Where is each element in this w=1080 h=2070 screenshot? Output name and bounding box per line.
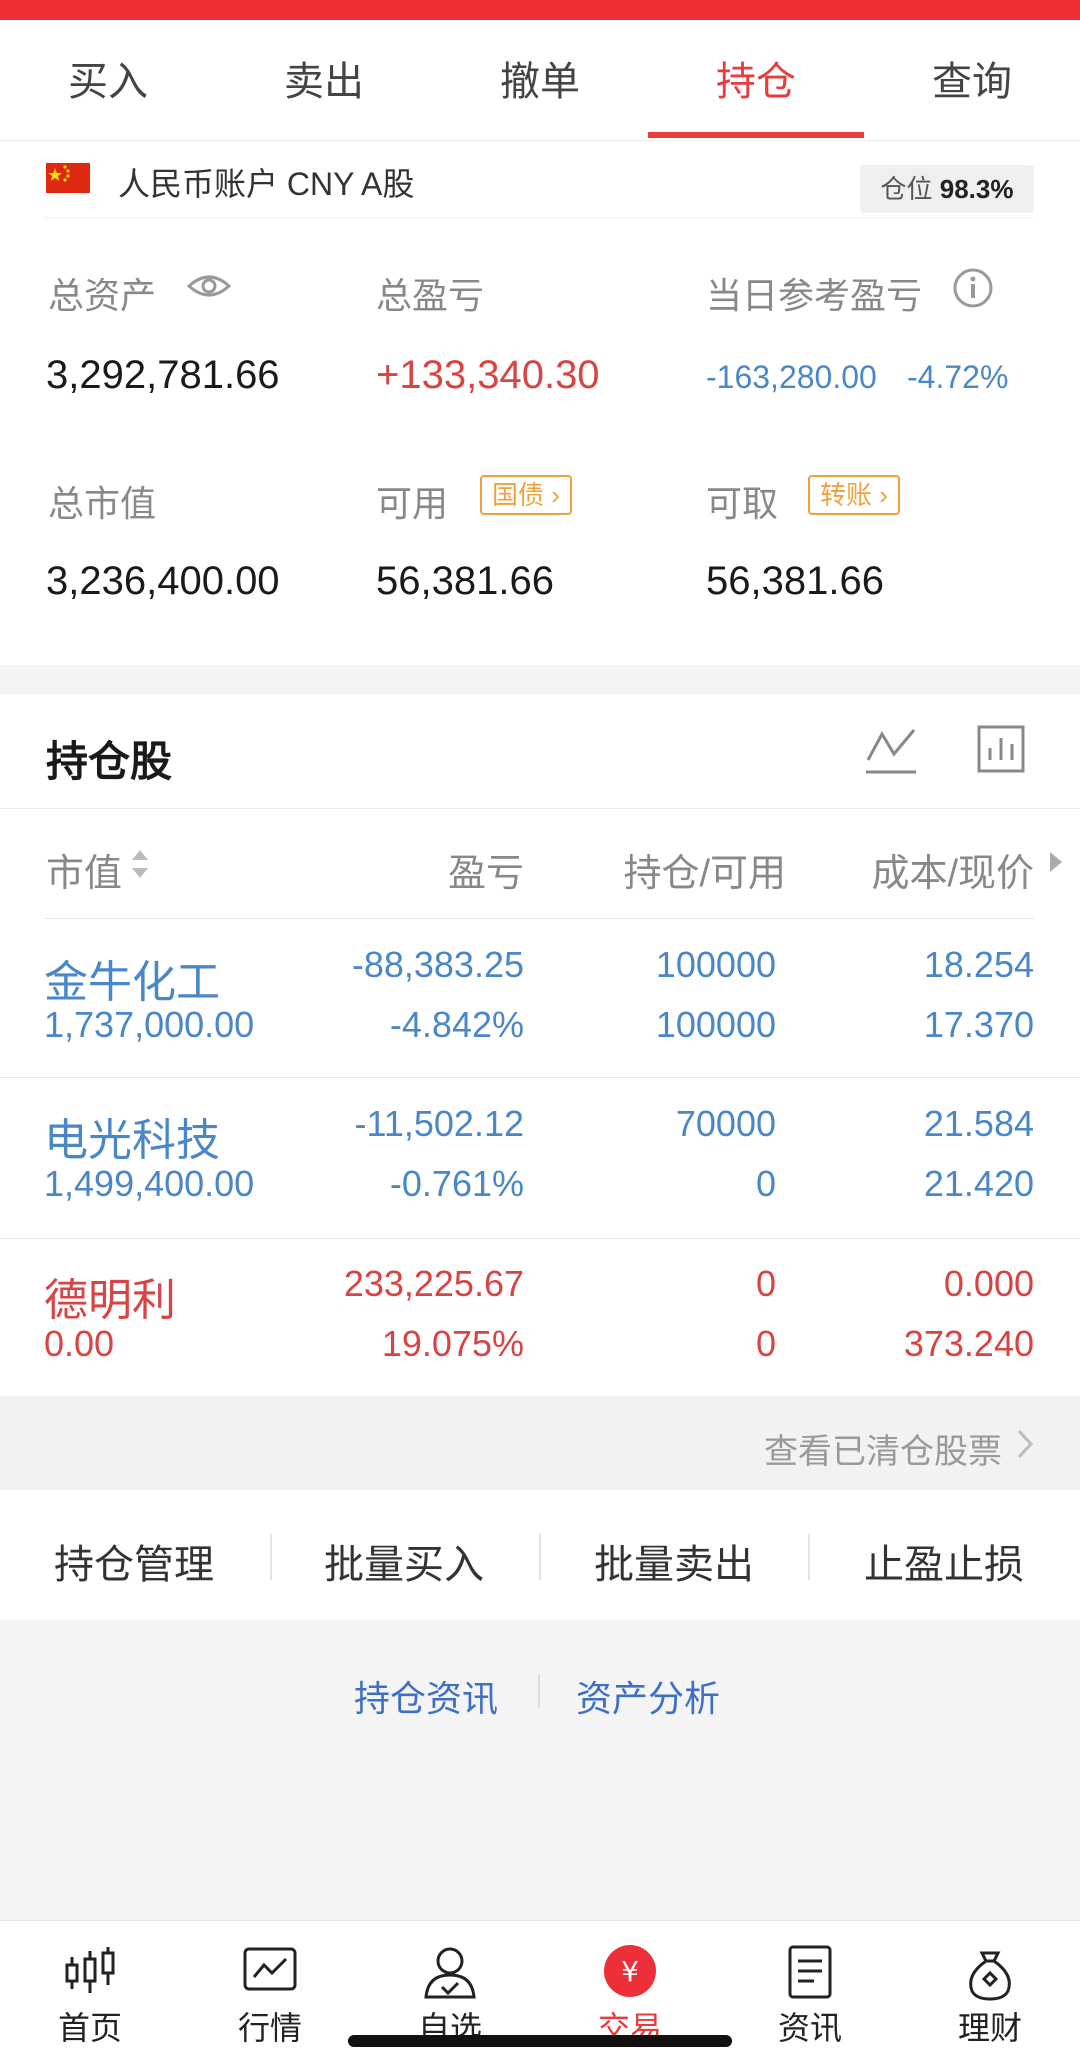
divider — [44, 918, 1034, 919]
stock-cost: 21.584 — [923, 1103, 1034, 1144]
header-market-value[interactable]: 市值 — [46, 842, 122, 897]
stock-name: 金牛化工 — [44, 958, 220, 1007]
nav-market[interactable]: 行情 — [210, 2003, 330, 2049]
batch-sell-button[interactable]: 批量卖出 — [594, 1532, 754, 1590]
stock-pnl: -11,502.12 — [354, 1103, 524, 1144]
moneybag-icon — [930, 1945, 1050, 2006]
stock-pnl: 233,225.67 — [343, 1263, 524, 1304]
chevron-right-icon[interactable] — [1048, 850, 1064, 874]
divider — [0, 1077, 1080, 1078]
tab-sell[interactable]: 卖出 — [216, 20, 432, 140]
divider — [538, 1674, 540, 1708]
divider — [44, 217, 1034, 218]
chart-icon — [210, 1945, 330, 2002]
stock-position: 0 — [755, 1263, 776, 1304]
home-indicator — [348, 2035, 732, 2047]
view-cleared-bar[interactable]: 查看已清仓股票 — [0, 1396, 1080, 1490]
available-value: 56,381.66 — [376, 559, 554, 603]
tab-buy[interactable]: 买入 — [0, 20, 216, 140]
position-value: 98.3% — [939, 174, 1014, 204]
tab-query[interactable]: 查询 — [864, 20, 1080, 140]
daily-pnl-percent: -4.72% — [907, 359, 1009, 395]
user-check-icon — [390, 1945, 510, 2006]
stock-pnl-percent: 19.075% — [381, 1323, 524, 1364]
header-market-value-label: 市值 — [46, 853, 123, 895]
batch-buy-button[interactable]: 批量买入 — [324, 1532, 484, 1590]
header-cost-price[interactable]: 成本/现价 — [820, 842, 1034, 897]
chevron-right-icon — [1017, 1429, 1034, 1459]
sort-icon[interactable] — [130, 846, 150, 882]
document-icon — [750, 1945, 870, 2006]
withdrawable-value: 56,381.66 — [706, 559, 884, 603]
svg-text:¥: ¥ — [621, 1955, 639, 1988]
view-cleared-label: 查看已清仓股票 — [764, 1433, 1002, 1471]
yen-icon: ¥ — [570, 1945, 690, 2006]
nav-wealth[interactable]: 理财 — [930, 2003, 1050, 2049]
market-value-label: 总市值 — [48, 483, 157, 524]
transfer-tag[interactable]: 转账 › — [808, 475, 900, 515]
stock-position: 100000 — [655, 944, 776, 985]
trade-tabs: 买入 卖出 撤单 持仓 查询 — [0, 20, 1080, 141]
nav-home[interactable]: 首页 — [30, 2003, 150, 2049]
daily-pnl-value: -163,280.00 — [706, 359, 877, 395]
header-pnl[interactable]: 盈亏 — [280, 842, 524, 897]
divider — [808, 1534, 810, 1580]
stock-available: 0 — [755, 1323, 776, 1364]
total-pnl-value: +133,340.30 — [376, 353, 600, 397]
china-flag-icon — [46, 163, 90, 193]
nav-news[interactable]: 资讯 — [750, 2003, 870, 2049]
divider — [0, 808, 1080, 809]
account-name[interactable]: 人民币账户 CNY A股 — [118, 159, 414, 205]
holdings-news-link[interactable]: 持仓资讯 — [354, 1670, 498, 1722]
stock-pnl-percent: -4.842% — [389, 1004, 524, 1045]
tab-holdings[interactable]: 持仓 — [648, 20, 864, 140]
active-tab-indicator — [648, 132, 864, 138]
position-label: 仓位 — [880, 174, 933, 204]
withdrawable-label: 可取 — [706, 483, 779, 524]
stock-name: 德明利 — [44, 1276, 176, 1325]
daily-pnl-label: 当日参考盈亏 — [706, 275, 923, 316]
total-assets-value: 3,292,781.66 — [46, 353, 280, 397]
asset-analysis-link[interactable]: 资产分析 — [576, 1670, 720, 1722]
info-icon[interactable] — [952, 267, 994, 309]
bottom-nav — [0, 1920, 1080, 2070]
treasury-bond-tag[interactable]: 国债 › — [480, 475, 572, 515]
status-strip — [0, 0, 1080, 20]
stock-available: 100000 — [655, 1004, 776, 1045]
stock-pnl: -88,383.25 — [351, 944, 524, 985]
divider — [270, 1534, 272, 1580]
candlestick-icon — [30, 1945, 150, 2002]
account-summary: 人民币账户 CNY A股 仓位 98.3% 总资产 总盈亏 当日参考盈亏 3,2… — [0, 141, 1080, 665]
holdings-title: 持仓股 — [46, 738, 173, 785]
bar-chart-icon[interactable] — [976, 724, 1026, 774]
holdings-section: 持仓股 市值 盈亏 持仓/可用 成本/现价 金牛化工 1,737,000.00 … — [0, 694, 1080, 1396]
market-value: 3,236,400.00 — [46, 559, 280, 603]
transfer-label: 转账 — [820, 480, 873, 510]
position-badge: 仓位 98.3% — [860, 165, 1034, 213]
header-position[interactable]: 持仓/可用 — [560, 842, 786, 897]
treasury-bond-label: 国债 — [492, 480, 545, 510]
take-profit-stop-loss-button[interactable]: 止盈止损 — [864, 1532, 1024, 1590]
stock-market-value: 0.00 — [44, 1323, 115, 1364]
tab-cancel[interactable]: 撤单 — [432, 20, 648, 140]
trend-chart-icon[interactable] — [864, 724, 918, 776]
stock-price: 17.370 — [923, 1004, 1034, 1045]
stock-position: 70000 — [675, 1103, 776, 1144]
stock-price: 21.420 — [923, 1163, 1034, 1204]
stock-price: 373.240 — [903, 1323, 1034, 1364]
divider — [539, 1534, 541, 1580]
stock-available: 0 — [755, 1163, 776, 1204]
position-management-button[interactable]: 持仓管理 — [54, 1532, 214, 1590]
available-label: 可用 — [376, 483, 449, 524]
total-assets-label: 总资产 — [48, 275, 157, 316]
stock-market-value: 1,737,000.00 — [44, 1004, 255, 1045]
stock-market-value: 1,499,400.00 — [44, 1163, 255, 1204]
total-pnl-label: 总盈亏 — [376, 275, 485, 316]
eye-icon[interactable] — [186, 270, 232, 302]
stock-cost: 0.000 — [943, 1263, 1034, 1304]
stock-cost: 18.254 — [923, 944, 1034, 985]
stock-pnl-percent: -0.761% — [389, 1163, 524, 1204]
stock-name: 电光科技 — [44, 1116, 220, 1165]
divider — [0, 1238, 1080, 1239]
